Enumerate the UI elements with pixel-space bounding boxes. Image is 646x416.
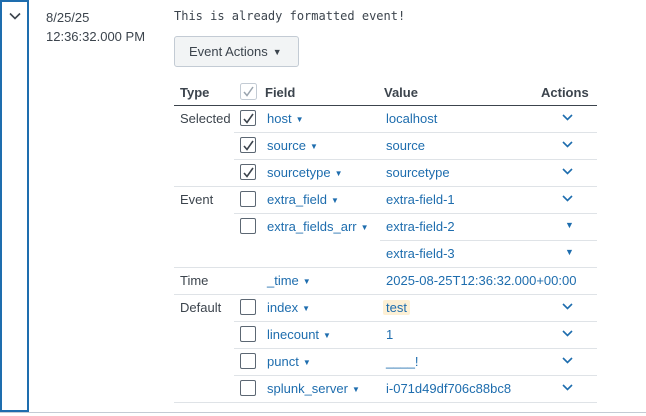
field-name: extra_field [267,192,327,207]
field-select-checkbox[interactable] [240,110,256,126]
field-value[interactable]: sourcetype [386,165,450,180]
field-name-link[interactable]: _time ▼ [267,273,311,288]
field-select-checkbox[interactable] [240,380,256,396]
field-select-checkbox[interactable] [240,218,256,234]
triangle-down-icon: ▼ [351,385,360,394]
field-value[interactable]: extra-field-1 [386,192,455,207]
field-group-label: Event [180,192,214,207]
field-name: extra_fields_arr [267,219,357,234]
field-value[interactable]: extra-field-3 [386,246,455,261]
field-name-link[interactable]: source ▼ [267,138,318,153]
event-actions-button[interactable]: Event Actions ▼ [174,36,299,67]
chevron-down-icon[interactable] [562,302,573,311]
field-select-checkbox[interactable] [240,191,256,207]
field-row: source ▼ source [174,133,597,160]
expand-collapse-button[interactable] [0,0,29,412]
field-name-link[interactable]: splunk_server ▼ [267,381,360,396]
triangle-down-icon: ▼ [295,115,304,124]
event-actions-label: Event Actions [189,44,268,59]
checkmark-icon [243,167,254,178]
field-name-link[interactable]: host ▼ [267,111,304,126]
field-name: sourcetype [267,165,331,180]
triangle-down-icon: ▼ [330,196,339,205]
field-value[interactable]: localhost [386,111,437,126]
field-select-checkbox[interactable] [240,326,256,342]
field-value[interactable]: 2025-08-25T12:36:32.000+00:00 [386,273,576,288]
field-name-link[interactable]: punct ▼ [267,354,311,369]
chevron-down-icon[interactable] [562,140,573,149]
field-row: Default index ▼ test [174,295,597,322]
raw-event-text[interactable]: This is already formatted event! [174,9,405,23]
field-group-label: Selected [180,111,231,126]
field-group-label: Time [180,273,209,288]
triangle-down-icon[interactable]: ▼ [565,220,576,230]
field-name: index [267,300,299,315]
field-select-checkbox[interactable] [240,353,256,369]
fields-table-header: Type Field Value Actions [174,79,597,106]
field-row: Time _time ▼ 2025-08-25T12:36:32.000+00:00 [174,268,597,295]
field-row: linecount ▼ 1 [174,322,597,349]
triangle-down-icon: ▼ [302,277,311,286]
event-separator [0,412,646,413]
triangle-down-icon: ▼ [310,142,318,151]
field-row: splunk_server ▼ i-071d49df706c88bc8 [174,376,597,403]
chevron-down-icon[interactable] [562,113,573,122]
field-name-link[interactable]: linecount ▼ [267,327,331,342]
select-all-checkbox[interactable] [240,83,257,103]
field-name-link[interactable]: sourcetype ▼ [267,165,343,180]
header-field: Field [265,85,296,100]
triangle-down-icon: ▼ [302,304,310,313]
field-row: extra_fields_arr ▼ extra-field-2 ▼ [174,214,597,241]
field-value[interactable]: 1 [386,327,393,342]
header-value: Value [384,85,418,100]
chevron-down-icon[interactable] [562,194,573,203]
field-name: _time [267,273,299,288]
field-select-checkbox[interactable] [240,137,256,153]
triangle-down-icon: ▼ [360,223,369,232]
chevron-down-icon [9,12,21,20]
header-actions: Actions [541,85,589,100]
field-name-link[interactable]: extra_field ▼ [267,192,339,207]
chevron-down-icon[interactable] [562,383,573,392]
field-select-checkbox[interactable] [240,164,256,180]
header-type: Type [180,85,210,100]
field-name: host [267,111,292,126]
event-timestamp: 8/25/25 12:36:32.000 PM [46,8,145,46]
checkbox-icon [240,83,257,100]
field-row: sourcetype ▼ sourcetype [174,160,597,187]
field-name: source [267,138,307,153]
triangle-down-icon[interactable]: ▼ [565,247,576,257]
event-time: 12:36:32.000 PM [46,29,146,44]
event-date: 8/25/25 [46,10,90,25]
field-name: linecount [267,327,320,342]
checkmark-icon [243,113,254,124]
triangle-down-icon: ▼ [272,46,282,57]
field-select-checkbox[interactable] [240,299,256,315]
field-name-link[interactable]: extra_fields_arr ▼ [267,219,369,234]
field-value[interactable]: ____! [386,354,419,369]
field-group-label: Default [180,300,222,315]
field-row: extra-field-3 ▼ [174,241,597,268]
field-row: punct ▼ ____! [174,349,597,376]
checkmark-icon [243,140,254,151]
field-value[interactable]: test [383,300,410,315]
field-value[interactable]: i-071d49df706c88bc8 [386,381,511,396]
field-row: Event extra_field ▼ extra-field-1 [174,187,597,214]
field-name-link[interactable]: index ▼ [267,300,310,315]
row-divider [174,402,597,403]
field-row: Selected host ▼ localhost [174,106,597,133]
triangle-down-icon: ▼ [323,331,331,340]
chevron-down-icon[interactable] [562,329,573,338]
field-value[interactable]: extra-field-2 [386,219,455,234]
chevron-down-icon[interactable] [562,356,573,365]
triangle-down-icon: ▼ [302,358,311,367]
triangle-down-icon: ▼ [334,169,343,178]
field-name: splunk_server [267,381,348,396]
field-value[interactable]: source [386,138,425,153]
chevron-down-icon[interactable] [562,167,573,176]
field-name: punct [267,354,299,369]
